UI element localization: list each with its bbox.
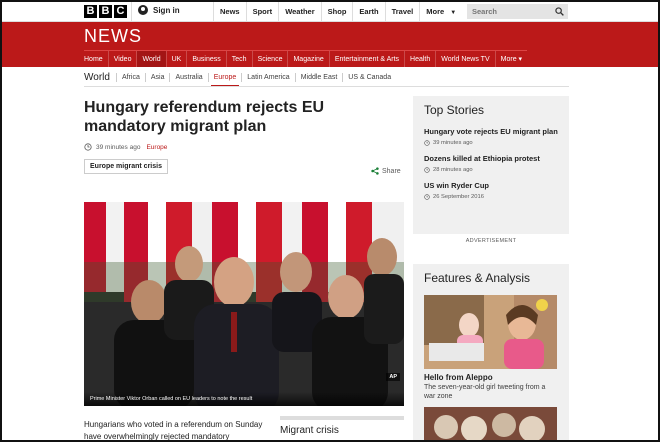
crowd-photo-illustration [84, 202, 404, 406]
section-title[interactable]: World [84, 72, 116, 83]
divider [84, 86, 569, 87]
nav-home[interactable]: Home [84, 51, 108, 67]
share-label: Share [382, 167, 401, 175]
subnav-asia[interactable]: Asia [144, 72, 170, 82]
nav-science[interactable]: Science [251, 51, 288, 67]
nav-uk[interactable]: UK [165, 51, 187, 67]
story-title[interactable]: Hungary vote rejects EU migrant plan [424, 127, 558, 137]
story-title[interactable]: Dozens killed at Ethiopia protest [424, 154, 558, 164]
share-button[interactable]: Share [371, 167, 401, 175]
feature-title[interactable]: Hello from Aleppo [424, 373, 558, 382]
bbc-top-bar: B B C Sign in News Sport Weather Shop Ea… [2, 2, 658, 22]
search-input[interactable] [472, 7, 548, 16]
divider [131, 2, 132, 22]
article-time: 39 minutes ago [96, 143, 141, 151]
top-nav-shop[interactable]: Shop [320, 2, 353, 22]
feature-image-2[interactable] [424, 407, 557, 440]
image-caption: Prime Minister Viktor Orban called on EU… [84, 392, 404, 406]
bbc-logo[interactable]: B B C [84, 5, 127, 18]
related-topic-title[interactable]: Migrant crisis [280, 416, 404, 436]
nav-world-news-tv[interactable]: World News TV [435, 51, 494, 67]
story-time: 39 minutes ago [424, 140, 558, 146]
clock-icon [424, 194, 430, 200]
top-story-item[interactable]: Hungary vote rejects EU migrant plan 39 … [424, 127, 558, 146]
story-time-label: 26 September 2016 [433, 194, 484, 200]
clock-icon [424, 167, 430, 173]
feature-description: The seven-year-old girl tweeting from a … [424, 384, 546, 400]
top-nav-sport[interactable]: Sport [245, 2, 279, 22]
second-feature-illustration [424, 407, 557, 440]
bbc-logo-letter: B [99, 5, 112, 18]
story-time-label: 39 minutes ago [433, 140, 473, 146]
nav-health[interactable]: Health [404, 51, 435, 67]
clock-icon [84, 143, 92, 151]
features-title: Features & Analysis [424, 271, 531, 285]
top-nav-news[interactable]: News [213, 2, 246, 22]
nav-world[interactable]: World [136, 51, 166, 67]
story-time: 28 minutes ago [424, 167, 558, 173]
nav-entertainment[interactable]: Entertainment & Arts [328, 51, 404, 67]
story-time: 26 September 2016 [424, 194, 558, 200]
subnav-middle-east[interactable]: Middle East [294, 72, 343, 82]
subnav-australia[interactable]: Australia [169, 72, 207, 82]
bbc-logo-letter: B [84, 5, 97, 18]
subnav-us-canada[interactable]: US & Canada [342, 72, 396, 82]
chevron-down-icon: ▼ [450, 10, 457, 16]
news-header: NEWS Home Video World UK Business Tech S… [2, 22, 658, 67]
sign-in-label: Sign in [153, 5, 180, 15]
top-stories-title: Top Stories [424, 103, 485, 117]
share-icon [371, 167, 379, 175]
top-nav-travel[interactable]: Travel [384, 2, 420, 22]
news-nav: Home Video World UK Business Tech Scienc… [84, 50, 528, 67]
bbc-logo-letter: C [114, 5, 127, 18]
user-icon [138, 5, 148, 15]
article-section-link[interactable]: Europe [146, 144, 167, 151]
story-title[interactable]: US win Ryder Cup [424, 181, 558, 191]
nav-magazine[interactable]: Magazine [287, 51, 328, 67]
top-nav-earth[interactable]: Earth [352, 2, 384, 22]
news-title[interactable]: NEWS [84, 26, 142, 47]
article-image[interactable]: AP Prime Minister Viktor Orban called on… [84, 202, 404, 406]
clock-icon [424, 140, 430, 146]
girl-with-doll-illustration [424, 295, 557, 369]
top-nav-weather[interactable]: Weather [278, 2, 320, 22]
subnav-europe[interactable]: Europe [207, 72, 242, 87]
features-panel: Features & Analysis Hello from Aleppo Th… [413, 264, 569, 440]
top-nav-more-label: More [426, 7, 445, 16]
topic-tag[interactable]: Europe migrant crisis [84, 159, 168, 174]
article-headline: Hungary referendum rejects EU mandatory … [84, 99, 325, 135]
nav-business[interactable]: Business [186, 51, 225, 67]
article-meta: 39 minutes ago Europe [84, 143, 167, 151]
advertisement-label: ADVERTISEMENT [465, 238, 517, 244]
top-stories-panel: Top Stories Hungary vote rejects EU migr… [413, 96, 569, 234]
subnav-africa[interactable]: Africa [115, 72, 145, 82]
search-box[interactable] [467, 4, 568, 19]
sign-in-link[interactable]: Sign in [138, 5, 180, 15]
subnav-latin-america[interactable]: Latin America [241, 72, 294, 82]
image-credit: AP [386, 373, 400, 381]
nav-more[interactable]: More ▾ [494, 51, 527, 67]
browser-frame: B B C Sign in News Sport Weather Shop Ea… [0, 0, 660, 442]
article-intro: Hungarians who voted in a referendum on … [84, 420, 263, 441]
nav-tech[interactable]: Tech [225, 51, 252, 67]
world-subnav: World Africa Asia Australia Europe Latin… [84, 68, 396, 87]
feature-image[interactable] [424, 295, 557, 369]
story-time-label: 28 minutes ago [433, 167, 473, 173]
top-nav: News Sport Weather Shop Earth Travel Mor… [213, 2, 496, 22]
top-story-item[interactable]: US win Ryder Cup 26 September 2016 [424, 181, 558, 200]
top-story-item[interactable]: Dozens killed at Ethiopia protest 28 min… [424, 154, 558, 173]
nav-video[interactable]: Video [107, 51, 137, 67]
search-icon[interactable] [555, 7, 564, 16]
